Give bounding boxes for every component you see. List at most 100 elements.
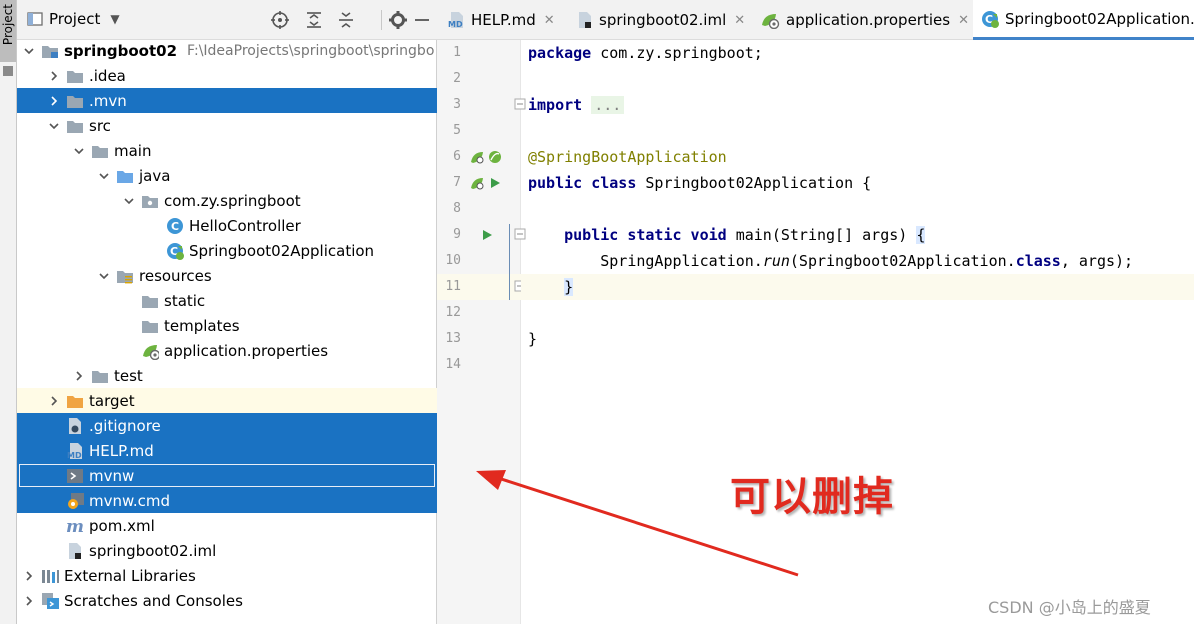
tree-item-mvnw-cmd[interactable]: mvnw.cmd <box>17 488 437 513</box>
tree-item-label: springboot02 <box>64 41 178 60</box>
editor-area: MD HELP.md ✕ springboot02.iml ✕ application.p… <box>437 0 1194 624</box>
close-icon[interactable]: ✕ <box>958 13 969 28</box>
project-tool-button[interactable]: Project <box>0 0 16 62</box>
folder-icon <box>91 142 109 160</box>
chevron-right-icon[interactable] <box>46 68 62 84</box>
spring-config-icon[interactable] <box>487 149 503 165</box>
run-main-icon[interactable] <box>480 228 494 242</box>
scratches-icon <box>41 592 59 610</box>
tree-item-gitignore[interactable]: .gitignore <box>17 413 437 438</box>
project-panel-title: Project <box>49 10 101 28</box>
code-line: SpringApplication.run(Springboot02Applic… <box>600 252 1134 270</box>
spring-boot-app-icon[interactable] <box>469 175 485 191</box>
tree-item-target[interactable]: target <box>17 388 437 413</box>
header-divider <box>381 10 382 30</box>
folder-icon <box>66 117 84 135</box>
tree-item-label: templates <box>164 316 240 335</box>
close-icon[interactable]: ✕ <box>544 13 555 28</box>
spring-properties-icon <box>141 342 159 360</box>
class-icon: C <box>166 217 184 235</box>
editor-tab-help-md[interactable]: MD HELP.md ✕ <box>439 0 563 40</box>
current-code-line: } <box>521 274 1194 300</box>
chevron-right-icon[interactable] <box>46 93 62 109</box>
expand-all-icon[interactable] <box>303 9 325 31</box>
spring-bean-icon[interactable] <box>469 149 485 165</box>
tree-item-help-md[interactable]: MD HELP.md <box>17 438 437 463</box>
line-number: 13 <box>445 331 461 346</box>
editor-tab-label: Springboot02Application. <box>1005 9 1194 28</box>
tree-item-label: Scratches and Consoles <box>64 591 243 610</box>
line-number: 3 <box>453 97 461 112</box>
editor-tab-bar: MD HELP.md ✕ springboot02.iml ✕ application.p… <box>437 0 1194 40</box>
line-number: 9 <box>453 227 461 242</box>
tree-item-static[interactable]: static <box>17 288 437 313</box>
editor-tab-application-properties[interactable]: application.properties ✕ <box>752 0 977 40</box>
iml-file-icon <box>66 542 84 560</box>
locate-icon[interactable] <box>269 9 291 31</box>
chevron-down-icon[interactable] <box>21 43 37 59</box>
tree-item-springboot02[interactable]: springboot02 F:\IdeaProjects\springboot\s… <box>17 38 437 63</box>
chevron-right-icon[interactable] <box>46 393 62 409</box>
tree-item-label: HELP.md <box>89 441 154 460</box>
module-folder-icon <box>41 42 59 60</box>
tree-item-label: springboot02.iml <box>89 541 217 560</box>
svg-text:m: m <box>66 518 84 534</box>
tree-item-src[interactable]: src <box>17 113 437 138</box>
tree-item-springboot02application[interactable]: C Springboot02Application <box>17 238 437 263</box>
chevron-down-icon[interactable] <box>96 268 112 284</box>
package-icon <box>141 192 159 210</box>
tree-item-resources[interactable]: resources <box>17 263 437 288</box>
tree-item-scratches-and-consoles[interactable]: Scratches and Consoles <box>17 588 437 613</box>
chevron-right-icon[interactable] <box>21 593 37 609</box>
svg-text:C: C <box>171 220 179 233</box>
tree-item-label: .idea <box>89 66 126 85</box>
collapse-all-icon[interactable] <box>335 9 357 31</box>
gear-icon[interactable] <box>387 9 409 31</box>
svg-text:MD: MD <box>448 20 463 29</box>
tree-item-hellocontroller[interactable]: C HelloController <box>17 213 437 238</box>
tree-item-label: static <box>164 291 206 310</box>
source-folder-icon <box>116 167 134 185</box>
chevron-down-icon[interactable] <box>96 168 112 184</box>
chevron-right-icon[interactable] <box>21 568 37 584</box>
tree-item-springboot02-iml[interactable]: springboot02.iml <box>17 538 437 563</box>
tree-item-external-libraries[interactable]: External Libraries <box>17 563 437 588</box>
structure-mini-icon <box>3 66 13 76</box>
folder-icon <box>91 367 109 385</box>
tree-item-templates[interactable]: templates <box>17 313 437 338</box>
tree-item-label: .gitignore <box>89 416 161 435</box>
hide-panel-icon[interactable] <box>411 9 433 31</box>
spring-class-icon: C <box>981 10 999 28</box>
code-line: @SpringBootApplication <box>528 148 727 166</box>
tree-item-test[interactable]: test <box>17 363 437 388</box>
tree-item-com-zy-springboot[interactable]: com.zy.springboot <box>17 188 437 213</box>
line-number: 14 <box>445 357 461 372</box>
folder-icon <box>141 292 159 310</box>
chevron-down-icon[interactable] <box>46 118 62 134</box>
svg-text:MD: MD <box>67 451 82 460</box>
tree-item-main[interactable]: main <box>17 138 437 163</box>
editor-tab-springboot02-iml[interactable]: springboot02.iml ✕ <box>569 0 753 40</box>
spring-class-icon: C <box>166 242 184 260</box>
tree-item-label: HelloController <box>189 216 301 235</box>
chevron-down-icon[interactable] <box>121 193 137 209</box>
run-icon[interactable] <box>488 176 502 190</box>
tree-item-pom-xml[interactable]: m pom.xml <box>17 513 437 538</box>
tree-item-mvn[interactable]: .mvn <box>17 88 437 113</box>
tree-item-idea[interactable]: .idea <box>17 63 437 88</box>
tree-item-java[interactable]: java <box>17 163 437 188</box>
gitignore-file-icon <box>66 417 84 435</box>
folded-imports[interactable]: ... <box>591 96 625 114</box>
project-view-selector[interactable]: Project ▼ <box>27 10 120 28</box>
chevron-right-icon[interactable] <box>71 368 87 384</box>
spring-properties-icon <box>760 11 780 29</box>
tree-item-application-properties[interactable]: application.properties <box>17 338 437 363</box>
chevron-down-icon[interactable] <box>71 143 87 159</box>
chevron-down-icon: ▼ <box>110 12 120 26</box>
tree-item-mvnw[interactable]: mvnw <box>17 463 437 488</box>
code-area[interactable]: package com.zy.springboot; import ... @S… <box>521 40 1194 624</box>
editor-tab-springboot02application[interactable]: C Springboot02Application. <box>973 0 1194 40</box>
close-icon[interactable]: ✕ <box>734 13 745 28</box>
tree-item-label: target <box>89 391 135 410</box>
markdown-file-icon: MD <box>447 11 465 29</box>
